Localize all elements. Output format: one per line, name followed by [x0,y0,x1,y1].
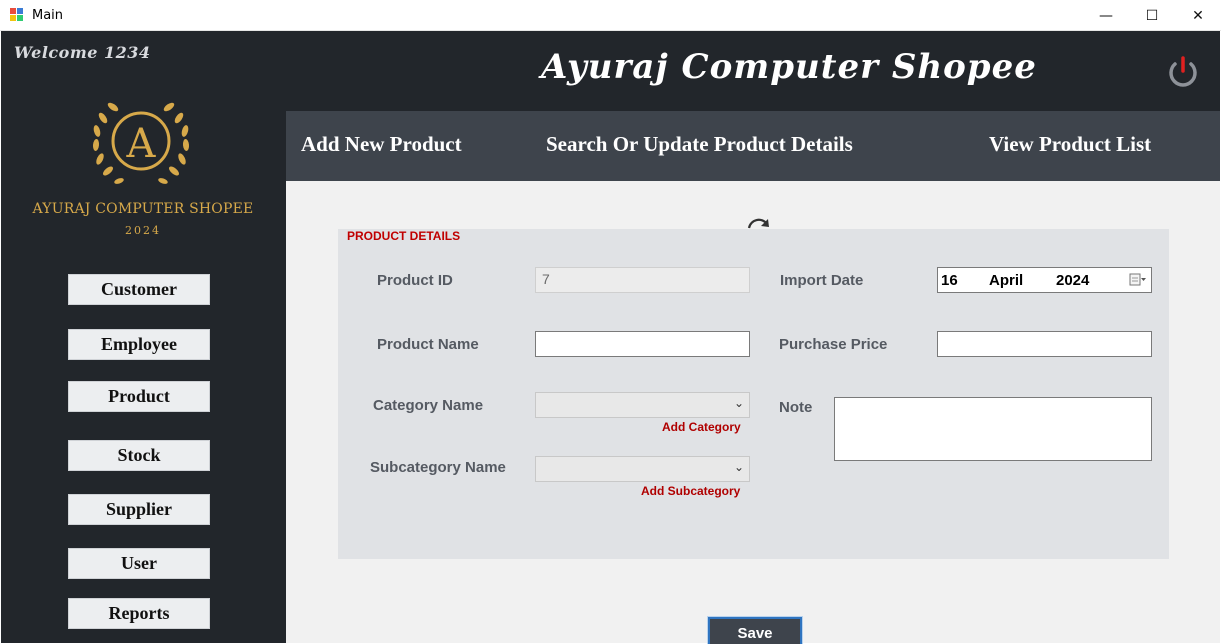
sidebar-item-supplier[interactable]: Supplier [68,494,210,525]
sidebar-item-reports[interactable]: Reports [68,598,210,629]
welcome-text: Welcome 1234 [14,43,151,62]
tab-view-product-list[interactable]: View Product List [989,132,1151,157]
chevron-down-icon: ⌄ [733,460,744,474]
note-label: Note [779,399,813,416]
chevron-down-icon: ⌄ [733,396,744,410]
close-button[interactable]: ✕ [1175,0,1221,31]
import-date-picker[interactable]: 16 April 2024 [937,267,1152,293]
maximize-button[interactable]: ☐ [1129,0,1175,31]
power-icon[interactable] [1165,55,1201,91]
category-label: Category Name [373,397,484,414]
window-titlebar: Main — ☐ ✕ [0,0,1221,31]
tab-bar: Add New Product Search Or Update Product… [286,111,1220,181]
minimize-button[interactable]: — [1083,0,1129,31]
save-button[interactable]: Save [707,616,803,644]
logo-letter: A [126,121,157,167]
date-month: April [989,272,1024,289]
calendar-icon[interactable] [1129,273,1147,287]
sidebar-item-product[interactable]: Product [68,381,210,412]
shop-title: Ayuraj Computer Shopee [541,47,1037,87]
date-year: 2024 [1056,272,1090,289]
sidebar-item-stock[interactable]: Stock [68,440,210,471]
app-icon [10,8,24,22]
date-day: 16 [941,272,958,289]
purchase-price-field[interactable] [937,331,1152,357]
logo-year: 2024 [125,224,161,237]
tab-search-update-product[interactable]: Search Or Update Product Details [546,132,853,157]
add-subcategory-link[interactable]: Add Subcategory [641,484,740,498]
sidebar-item-user[interactable]: User [68,548,210,579]
logo-emblem: A [92,102,190,184]
product-id-label: Product ID [377,272,453,289]
main-window: Welcome 1234 Ayuraj Computer Shopee A AY… [1,31,1220,644]
logo-name: AYURAJ COMPUTER SHOPEE [32,201,254,217]
add-category-link[interactable]: Add Category [662,420,741,434]
product-name-label: Product Name [377,336,479,353]
content-area: Add New Product Search Or Update Product… [286,111,1220,644]
product-name-field[interactable] [535,331,750,357]
tab-add-new-product[interactable]: Add New Product [301,132,462,157]
panel-title: PRODUCT DETAILS [347,229,461,243]
product-details-panel: PRODUCT DETAILS Product ID 7 Product Nam… [338,229,1169,559]
subcategory-dropdown[interactable]: ⌄ [535,456,750,482]
product-id-field[interactable]: 7 [535,267,750,293]
note-textarea[interactable] [834,397,1152,461]
window-title: Main [32,8,64,23]
import-date-label: Import Date [780,272,864,289]
purchase-price-label: Purchase Price [779,336,888,353]
sidebar-item-customer[interactable]: Customer [68,274,210,305]
subcategory-label: Subcategory Name [370,459,506,476]
sidebar-item-employee[interactable]: Employee [68,329,210,360]
category-dropdown[interactable]: ⌄ [535,392,750,418]
